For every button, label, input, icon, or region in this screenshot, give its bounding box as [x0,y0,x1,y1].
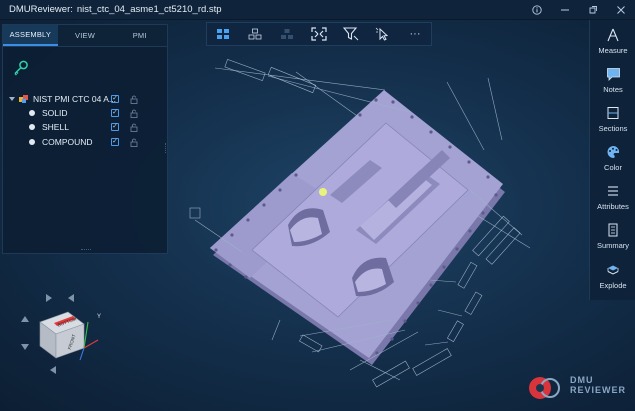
tree-item-solid[interactable]: SOLID [29,107,68,119]
display-mode-icon[interactable] [207,23,239,45]
sidebar-item-label: Sections [598,124,628,133]
palette-icon [605,144,621,160]
sidebar-item-sections[interactable]: Sections [590,105,635,133]
rotate-arrow-icon[interactable] [21,316,29,322]
panel-resize-handle[interactable] [81,249,91,252]
sidebar-item-summary[interactable]: Summary [590,222,635,250]
explode-view-icon[interactable] [271,23,303,45]
select-pointer-icon[interactable] [367,23,399,45]
sidebar-item-explode[interactable]: Explode [590,262,635,290]
sidebar-item-notes[interactable]: Notes [590,66,635,94]
filter-icon[interactable] [335,23,367,45]
close-icon[interactable] [607,0,635,20]
tab-assembly[interactable]: ASSEMBLY [3,25,58,46]
sidebar-item-attributes[interactable]: Attributes [590,183,635,211]
sections-icon [605,105,621,121]
sidebar-item-label: Measure [598,46,628,55]
sidebar-item-label: Explode [599,281,627,290]
minimize-icon[interactable] [551,0,579,20]
tree-root-label: NIST PMI CTC 04 A... [33,94,116,104]
attributes-icon [605,183,621,199]
layout-icon[interactable] [239,23,271,45]
rotate-arrow-icon[interactable] [46,294,52,302]
notes-icon [605,66,621,82]
info-icon[interactable] [523,0,551,20]
sidebar-item-measure[interactable]: Measure [590,27,635,55]
sidebar-item-label: Color [604,163,622,172]
collapse-arrow-icon[interactable] [9,96,15,102]
assembly-panel: ASSEMBLY VIEW PMI NIST PMI CTC 04 A... ✓… [2,24,168,254]
axis-y-label: Y [97,314,101,320]
rotate-arrow-icon[interactable] [50,366,56,374]
lock-icon[interactable] [130,123,138,132]
tree-item-label: COMPOUND [42,137,93,147]
file-name: nist_ctc_04_asme1_ct5210_rd.stp [76,4,222,15]
more-icon[interactable]: ··· [399,23,431,45]
part-dot-icon [29,139,35,145]
part-dot-icon [29,110,35,116]
tab-pmi[interactable]: PMI [112,25,167,46]
compound-checkbox[interactable]: ✓ [111,138,119,146]
lock-icon[interactable] [130,95,138,104]
window-title: DMUReviewer: nist_ctc_04_asme1_ct5210_rd.… [9,4,222,15]
sidebar-item-label: Attributes [597,202,629,211]
tree-item-label: SHELL [42,122,69,132]
rotate-arrow-icon[interactable] [68,294,74,302]
view-cube[interactable]: BOTTOM FRONT Y [18,292,106,376]
restore-icon[interactable] [579,0,607,20]
sidebar-item-label: Summary [596,241,630,250]
explode-icon [605,262,621,278]
app-name: DMUReviewer: [9,4,73,15]
root-checkbox[interactable]: ✓ [111,95,119,103]
lock-icon[interactable] [130,138,138,147]
logo-line-2: REVIEWER [570,385,627,395]
lock-icon[interactable] [130,109,138,118]
part-dot-icon [29,124,35,130]
search-key-icon[interactable] [12,59,30,77]
tab-view[interactable]: VIEW [58,25,113,46]
fit-all-icon[interactable] [303,23,335,45]
sidebar-item-color[interactable]: Color [590,144,635,172]
tree-item-label: SOLID [42,108,68,118]
tree-item-compound[interactable]: COMPOUND [29,136,93,148]
logo-line-1: DMU [570,375,594,385]
dmu-reviewer-logo: DMU REVIEWER [520,370,634,406]
panel-side-handle[interactable] [165,143,168,153]
rotate-arrow-icon[interactable] [21,344,29,350]
sidebar-item-label: Notes [603,85,623,94]
view-toolbar: ··· [206,22,432,46]
summary-icon [605,222,621,238]
assembly-icon [19,95,28,103]
logo-text: DMU REVIEWER [570,375,626,395]
title-bar: DMUReviewer: nist_ctc_04_asme1_ct5210_rd.… [0,0,635,20]
solid-checkbox[interactable]: ✓ [111,109,119,117]
right-sidebar: Measure Notes Sections Color Attributes … [589,20,635,300]
tree-item-shell[interactable]: SHELL [29,121,69,133]
logo-mark-icon [529,377,560,399]
panel-tabs: ASSEMBLY VIEW PMI [3,25,167,47]
measure-icon [605,27,621,43]
shell-checkbox[interactable]: ✓ [111,123,119,131]
tree-root-row[interactable]: NIST PMI CTC 04 A... [9,93,116,105]
